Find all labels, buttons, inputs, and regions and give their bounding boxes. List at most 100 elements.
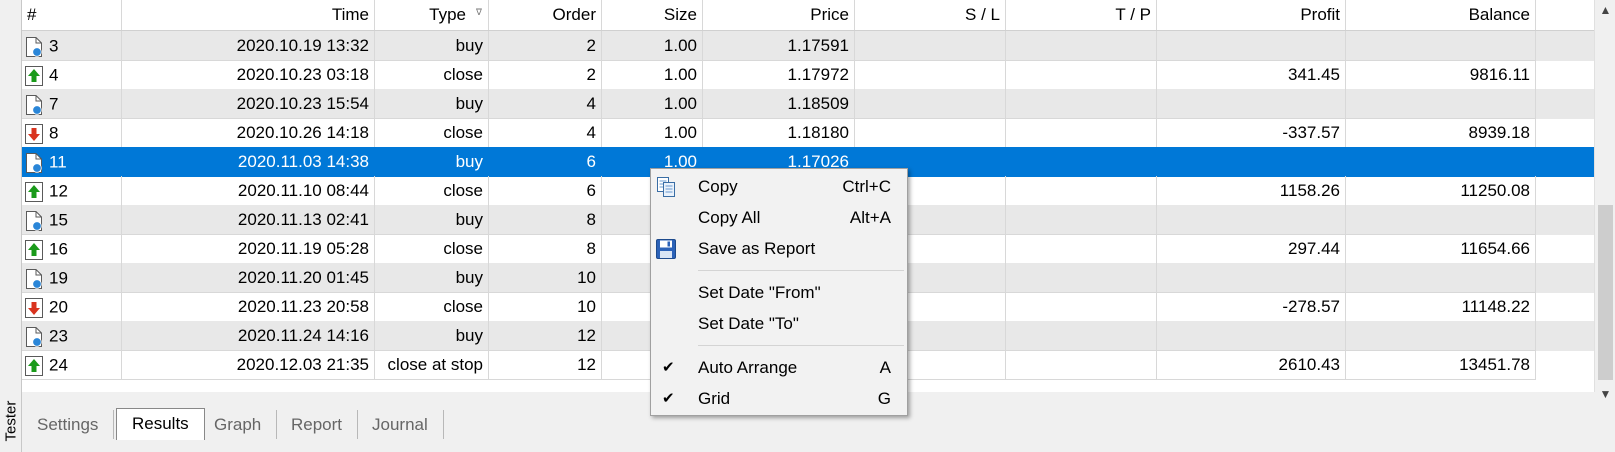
- menu-item-set-date-to[interactable]: Set Date "To": [651, 308, 907, 339]
- cell-time: 2020.11.24 14:16: [122, 321, 375, 351]
- cell-size: 1.00: [602, 60, 703, 90]
- cell-profit: -337.57: [1157, 118, 1346, 148]
- buy-doc-icon: [25, 326, 43, 347]
- table-row[interactable]: 7 2020.10.23 15:54 buy 4 1.00 1.18509: [22, 89, 1594, 119]
- cell-profit: 1158.26: [1157, 176, 1346, 206]
- cell-tp: [1006, 292, 1157, 322]
- cell-num: 23: [22, 321, 122, 351]
- cell-type: buy: [375, 205, 489, 235]
- cell-type: buy: [375, 321, 489, 351]
- cell-num: 19: [22, 263, 122, 293]
- tab-settings[interactable]: Settings: [22, 410, 115, 439]
- col-header-type[interactable]: Type ᐁ: [375, 0, 489, 30]
- menu-item-label: Copy All: [698, 208, 761, 227]
- cell-num: 3: [22, 31, 122, 61]
- menu-item-auto-arrange[interactable]: ✔ Auto Arrange A: [651, 352, 907, 383]
- cell-time: 2020.12.03 21:35: [122, 350, 375, 380]
- col-header-sl[interactable]: S / L: [855, 0, 1006, 30]
- cell-time: 2020.10.23 15:54: [122, 89, 375, 119]
- tab-graph[interactable]: Graph: [199, 410, 278, 439]
- col-header-profit[interactable]: Profit: [1157, 0, 1346, 30]
- cell-order: 12: [489, 321, 602, 351]
- table-row[interactable]: 8 2020.10.26 14:18 close 4 1.00 1.18180 -337.5…: [22, 118, 1594, 148]
- menu-item-label: Grid: [698, 389, 731, 408]
- cell-balance: [1346, 263, 1536, 293]
- context-menu: Copy Ctrl+C Copy All Alt+A Save as Report Set…: [650, 168, 908, 416]
- table-row[interactable]: 3 2020.10.19 13:32 buy 2 1.00 1.17591: [22, 31, 1594, 61]
- cell-profit: [1157, 147, 1346, 177]
- row-id: 15: [49, 210, 68, 230]
- menu-item-copy-all[interactable]: Copy All Alt+A: [651, 202, 907, 233]
- cell-time: 2020.11.10 08:44: [122, 176, 375, 206]
- cell-balance: 11654.66: [1346, 234, 1536, 264]
- col-header-num[interactable]: #: [22, 0, 122, 30]
- cell-price: 1.17972: [703, 60, 855, 90]
- row-id: 19: [49, 268, 68, 288]
- row-id: 20: [49, 297, 68, 317]
- grid-header: # Time Type ᐁ Order Size Price S / L T /…: [22, 0, 1594, 31]
- row-id: 4: [49, 65, 59, 85]
- cell-balance: 8939.18: [1346, 118, 1536, 148]
- cell-tp: [1006, 147, 1157, 177]
- tab-report[interactable]: Report: [276, 410, 359, 439]
- cell-type: close at stop: [375, 350, 489, 380]
- cell-order: 2: [489, 31, 602, 61]
- cell-order: 12: [489, 350, 602, 380]
- cell-balance: [1346, 205, 1536, 235]
- cell-num: 11: [22, 147, 122, 177]
- col-header-price[interactable]: Price: [703, 0, 855, 30]
- tab-journal[interactable]: Journal: [357, 410, 444, 439]
- cell-num: 7: [22, 89, 122, 119]
- cell-type: buy: [375, 31, 489, 61]
- checkmark-icon: ✔: [662, 390, 675, 407]
- col-header-tp[interactable]: T / P: [1006, 0, 1157, 30]
- cell-order: 4: [489, 118, 602, 148]
- vertical-scrollbar[interactable]: ▲ ▼: [1594, 0, 1615, 401]
- row-id: 7: [49, 94, 59, 114]
- row-id: 24: [49, 355, 68, 375]
- loss-down-icon: [25, 123, 43, 144]
- save-icon: [655, 238, 677, 260]
- buy-doc-icon: [25, 268, 43, 289]
- cell-time: 2020.11.13 02:41: [122, 205, 375, 235]
- cell-profit: 341.45: [1157, 60, 1346, 90]
- cell-num: 4: [22, 60, 122, 90]
- col-header-type-label: Type: [429, 5, 466, 24]
- col-header-time[interactable]: Time: [122, 0, 375, 30]
- tab-results[interactable]: Results: [116, 408, 205, 440]
- menu-item-copy[interactable]: Copy Ctrl+C: [651, 171, 907, 202]
- cell-tp: [1006, 31, 1157, 61]
- row-id: 16: [49, 239, 68, 259]
- menu-item-shortcut: A: [879, 358, 891, 377]
- cell-type: close: [375, 176, 489, 206]
- cell-balance: [1346, 147, 1536, 177]
- cell-tp: [1006, 263, 1157, 293]
- col-header-order[interactable]: Order: [489, 0, 602, 30]
- profit-up-icon: [25, 181, 43, 202]
- scroll-down-icon[interactable]: ▼: [1595, 384, 1615, 405]
- cell-balance: 13451.78: [1346, 350, 1536, 380]
- tester-side-tab[interactable]: Tester: [0, 0, 22, 452]
- menu-item-set-date-from[interactable]: Set Date "From": [651, 277, 907, 308]
- menu-item-grid[interactable]: ✔ Grid G: [651, 383, 907, 414]
- col-header-size[interactable]: Size: [602, 0, 703, 30]
- col-header-balance[interactable]: Balance: [1346, 0, 1536, 30]
- cell-size: 1.00: [602, 118, 703, 148]
- cell-balance: [1346, 89, 1536, 119]
- cell-profit: 297.44: [1157, 234, 1346, 264]
- row-id: 3: [49, 36, 59, 56]
- buy-doc-icon: [25, 94, 43, 115]
- cell-balance: 11250.08: [1346, 176, 1536, 206]
- cell-order: 10: [489, 292, 602, 322]
- cell-type: buy: [375, 89, 489, 119]
- menu-item-save-as-report[interactable]: Save as Report: [651, 233, 907, 264]
- table-row[interactable]: 4 2020.10.23 03:18 close 2 1.00 1.17972 341.45…: [22, 60, 1594, 90]
- cell-sl: [855, 31, 1006, 61]
- cell-order: 10: [489, 263, 602, 293]
- cell-profit: [1157, 263, 1346, 293]
- profit-up-icon: [25, 355, 43, 376]
- cell-sl: [855, 89, 1006, 119]
- cell-size: 1.00: [602, 31, 703, 61]
- scrollbar-thumb[interactable]: [1598, 205, 1613, 380]
- scroll-up-icon[interactable]: ▲: [1595, 0, 1615, 21]
